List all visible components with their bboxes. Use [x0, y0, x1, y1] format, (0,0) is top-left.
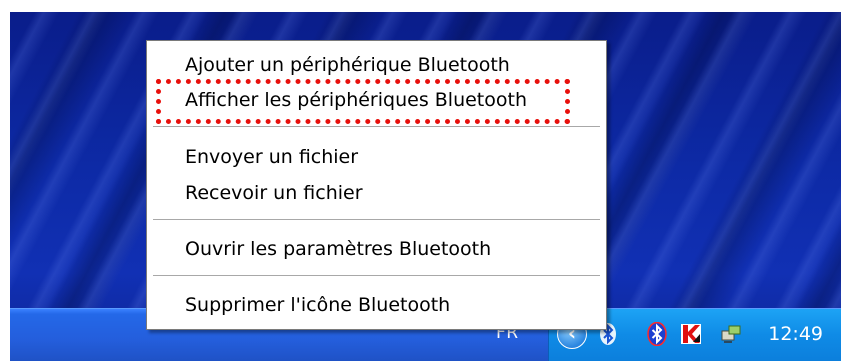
menu-item-show-devices[interactable]: Afficher les périphériques Bluetooth [185, 88, 527, 112]
menu-separator [153, 275, 600, 277]
menu-item-send-file[interactable]: Envoyer un fichier [185, 145, 358, 169]
menu-item-add-device[interactable]: Ajouter un périphérique Bluetooth [185, 53, 510, 77]
menu-item-receive-file[interactable]: Recevoir un fichier [185, 181, 363, 205]
menu-separator [153, 126, 600, 128]
taskbar-clock[interactable]: 12:49 [768, 323, 823, 345]
menu-separator [153, 219, 600, 221]
network-icon[interactable] [719, 322, 743, 346]
bluetooth-icon[interactable] [645, 322, 669, 346]
menu-item-remove-icon[interactable]: Supprimer l'icône Bluetooth [185, 293, 450, 317]
bluetooth-context-menu: Ajouter un périphérique Bluetooth Affich… [146, 40, 607, 330]
menu-item-open-settings[interactable]: Ouvrir les paramètres Bluetooth [185, 237, 491, 261]
antivirus-icon[interactable] [679, 322, 703, 346]
